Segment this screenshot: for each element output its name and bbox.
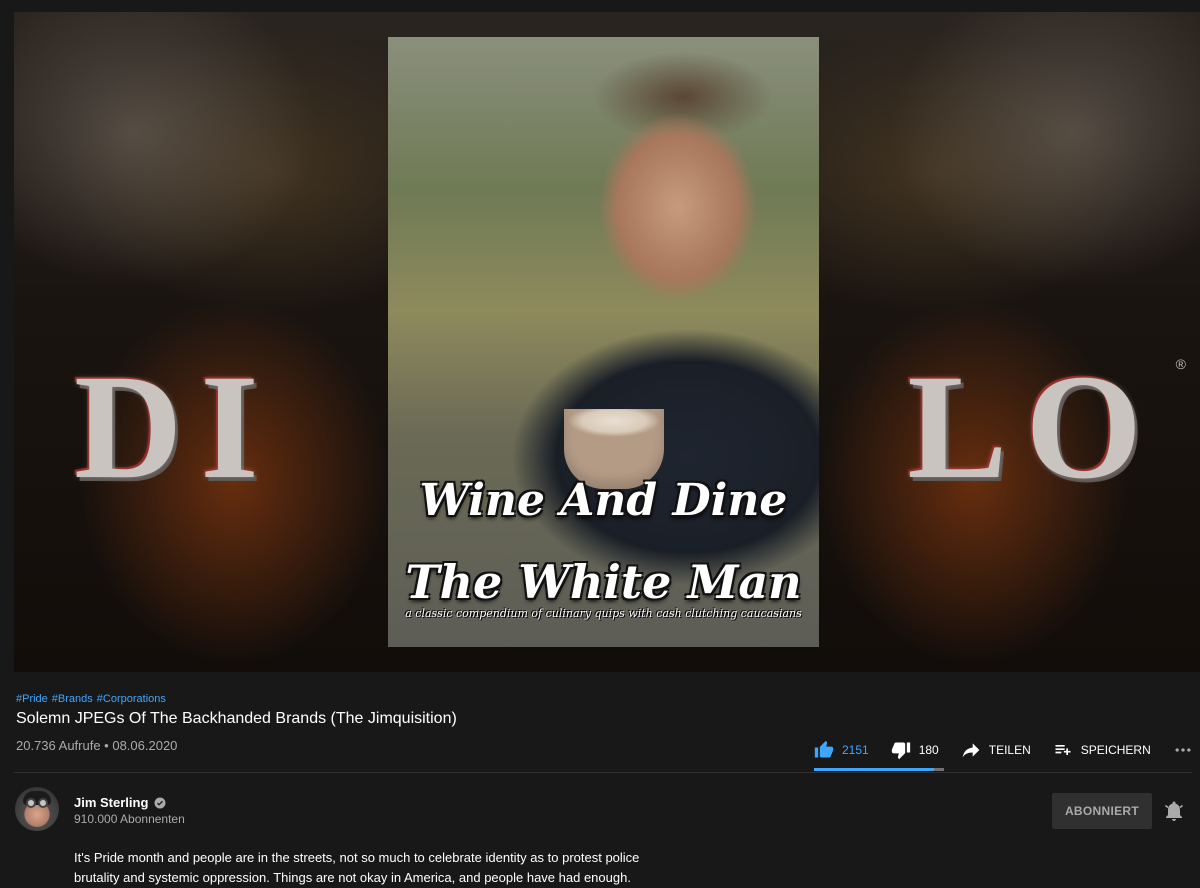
video-player[interactable]: DI LO ® Wine And Dine The White Man a cl… [14,12,1200,672]
more-dots-icon [1175,748,1191,752]
thumbs-up-icon [814,740,834,758]
description-line: It's Pride month and people are in the s… [74,850,640,865]
channel-avatar[interactable] [15,787,59,831]
divider [14,772,1192,773]
video-actions: 2151 180 TEILEN SPEICHERN [814,736,1193,764]
hashtag-list: #Pride #Brands #Corporations [16,693,166,705]
bell-icon[interactable] [1162,799,1186,823]
poster-title-line-1: Wine And Dine [419,475,788,526]
avatar-goggle [38,798,48,808]
poster-tagline: a classic compendium of culinary quips w… [405,607,802,620]
share-label: TEILEN [988,743,1031,757]
dislike-count: 180 [918,743,939,757]
video-description: It's Pride month and people are in the s… [74,848,694,888]
description-line: brutality and systemic oppression. Thing… [74,870,631,885]
playlist-add-icon [1055,745,1071,755]
background-logo-left: DI [74,344,277,510]
channel-name[interactable]: Jim Sterling [74,795,166,810]
like-ratio-bar [814,768,944,771]
trademark-symbol: ® [1175,356,1186,372]
watch-page: DI LO ® Wine And Dine The White Man a cl… [0,0,1200,888]
subscribe-button[interactable]: ABONNIERT [1052,793,1152,829]
like-count: 2151 [842,743,869,757]
hashtag-link[interactable]: #Corporations [97,693,166,705]
subscriber-count: 910.000 Abonnenten [74,812,185,826]
share-arrow-icon [962,743,980,758]
poster-title-line-2: The White Man [405,555,802,609]
save-button[interactable]: SPEICHERN [1053,740,1151,760]
background-logo-right: LO [907,344,1160,510]
hashtag-link[interactable]: #Brands [52,693,93,705]
like-button[interactable]: 2151 [814,740,869,760]
channel-name-text: Jim Sterling [74,795,149,810]
more-actions-button[interactable] [1173,740,1193,760]
like-ratio-fill [814,768,934,771]
avatar-goggle [26,798,36,808]
verified-check-icon [154,797,166,808]
video-view-count-date: 20.736 Aufrufe • 08.06.2020 [16,738,178,753]
share-button[interactable]: TEILEN [961,740,1031,760]
hashtag-link[interactable]: #Pride [16,693,48,705]
thumbs-down-icon [891,742,910,760]
book-cover-poster: Wine And Dine The White Man a classic co… [388,37,819,647]
video-title: Solemn JPEGs Of The Backhanded Brands (T… [16,710,457,727]
dislike-button[interactable]: 180 [891,740,939,760]
save-label: SPEICHERN [1080,743,1151,757]
